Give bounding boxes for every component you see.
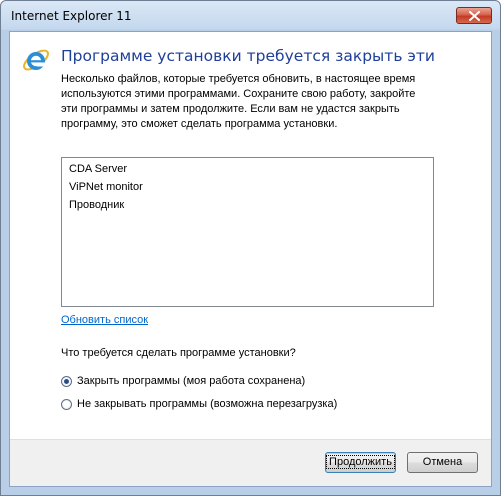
close-programs-radio[interactable] xyxy=(61,375,72,387)
program-list-item[interactable]: CDA Server xyxy=(62,160,433,178)
close-programs-label[interactable]: Закрыть программы (моя работа сохранена) xyxy=(77,375,305,387)
cancel-button[interactable]: Отмена xyxy=(407,452,478,473)
button-bar: Продолжить Отмена xyxy=(10,439,491,486)
title-bar[interactable]: Internet Explorer 11 xyxy=(1,1,500,31)
description-line: Несколько файлов, которые требуется обно… xyxy=(61,73,416,85)
refresh-list-link[interactable]: Обновить список xyxy=(61,314,148,326)
close-button[interactable] xyxy=(456,7,492,24)
do-not-close-option[interactable]: Не закрывать программы (возможна перезаг… xyxy=(61,396,337,412)
description-line: эти программы и затем продолжите. Если в… xyxy=(61,103,400,115)
program-list-item[interactable]: Проводник xyxy=(62,196,433,214)
do-not-close-radio[interactable] xyxy=(61,398,72,410)
description-line: программу, это сможет сделать программа … xyxy=(61,118,338,130)
installer-window: Internet Explorer 11 Программе установки… xyxy=(0,0,501,496)
programs-listbox[interactable]: CDA Server ViPNet monitor Проводник xyxy=(61,157,434,307)
action-question: Что требуется сделать программе установк… xyxy=(61,347,296,359)
description-line: используются этими программами. Сохранит… xyxy=(61,88,416,100)
dialog-content: Программе установки требуется закрыть эт… xyxy=(9,31,492,487)
continue-button-label: Продолжить xyxy=(326,455,395,469)
close-icon xyxy=(469,11,480,21)
continue-button[interactable]: Продолжить xyxy=(325,452,396,473)
internet-explorer-icon xyxy=(23,49,49,71)
dialog-heading: Программе установки требуется закрыть эт… xyxy=(61,47,435,65)
close-programs-option[interactable]: Закрыть программы (моя работа сохранена) xyxy=(61,373,305,389)
cancel-button-label: Отмена xyxy=(422,456,463,468)
program-list-item[interactable]: ViPNet monitor xyxy=(62,178,433,196)
window-title: Internet Explorer 11 xyxy=(11,9,132,23)
do-not-close-label[interactable]: Не закрывать программы (возможна перезаг… xyxy=(77,398,337,410)
description-text: Несколько файлов, которые требуется обно… xyxy=(61,72,481,132)
